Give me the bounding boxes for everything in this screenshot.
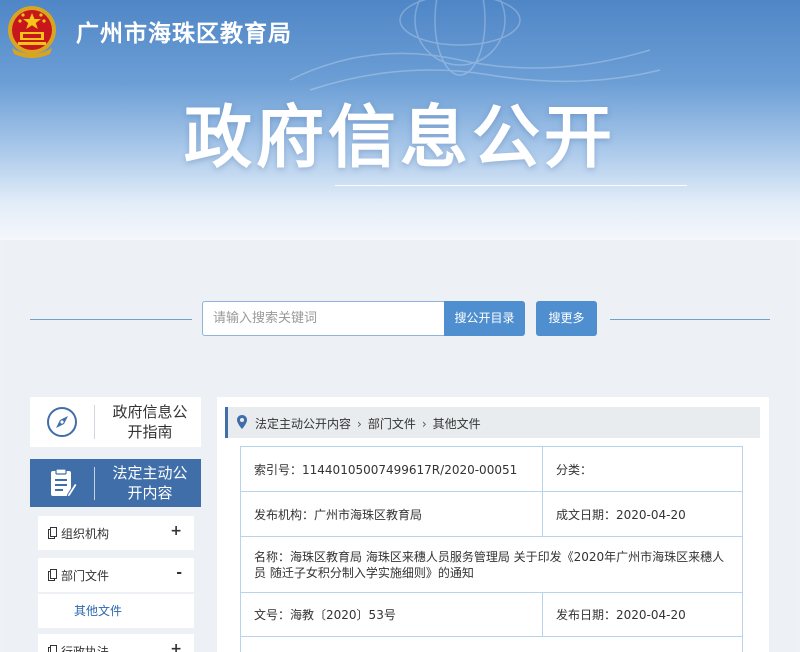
table-row: 名称：海珠区教育局 海珠区来穗人员服务管理局 关于印发《2020年广州市海珠区来… [240, 536, 743, 593]
collapse-icon[interactable]: - [176, 565, 182, 581]
index-number-cell: 索引号：11440105007499617R/2020-00051 [240, 446, 543, 492]
breadcrumb-item[interactable]: 法定主动公开内容 [255, 415, 351, 432]
search-divider-left [30, 319, 192, 320]
sidebar-item-administrative-law[interactable]: 行政执法 + [38, 634, 194, 652]
site-title[interactable]: 广州市海珠区教育局 [76, 14, 292, 48]
page-banner-title: 政府信息公开 [184, 99, 617, 178]
sidebar-active-label: 法定主动公开内容 [112, 464, 188, 502]
document-number-value: 海教〔2020〕53号 [290, 608, 396, 622]
table-row [240, 636, 743, 652]
table-row: 文号：海教〔2020〕53号 发布日期：2020-04-20 [240, 592, 743, 637]
document-name-value: 海珠区教育局 海珠区来穗人员服务管理局 关于印发《2020年广州市海珠区来穗人员… [254, 549, 725, 580]
search-more-button[interactable]: 搜更多 [536, 301, 597, 336]
document-number-cell: 文号：海教〔2020〕53号 [240, 592, 543, 637]
banner-divider [335, 185, 687, 186]
publish-date-cell: 发布日期：2020-04-20 [542, 592, 743, 637]
expand-icon[interactable]: + [170, 523, 182, 539]
publish-date-label: 发布日期： [556, 608, 617, 622]
search-input[interactable] [202, 301, 444, 336]
issuer-cell: 发布机构：广州市海珠区教育局 [240, 491, 543, 537]
national-emblem-icon [8, 6, 56, 58]
chevron-right-icon: › [357, 416, 362, 431]
sidebar-guide-label: 政府信息公开指南 [112, 403, 188, 441]
sidebar-item-organization[interactable]: 组织机构 + [38, 516, 194, 550]
category-cell: 分类： [542, 446, 743, 492]
table-row: 发布机构：广州市海珠区教育局 成文日期：2020-04-20 [240, 491, 743, 537]
sidebar-item-department-files[interactable]: 部门文件 - [38, 558, 194, 592]
sidebar-subitem-other-files[interactable]: 其他文件 [38, 594, 194, 628]
index-number-value: 11440105007499617R/2020-00051 [302, 462, 518, 477]
document-number-label: 文号： [254, 608, 291, 622]
sidebar-item-label: 组织机构 [61, 527, 110, 541]
search-catalog-button[interactable]: 搜公开目录 [444, 301, 525, 336]
compass-icon [47, 407, 77, 437]
category-label: 分类： [556, 462, 593, 477]
breadcrumb: 法定主动公开内容 › 部门文件 › 其他文件 [225, 407, 760, 438]
sidebar-active-separator [94, 467, 95, 500]
sidebar-active-section[interactable]: 法定主动公开内容 [30, 459, 201, 507]
publish-date-value: 2020-04-20 [616, 608, 686, 622]
breadcrumb-item[interactable]: 其他文件 [433, 415, 481, 432]
clipboard-icon [51, 468, 78, 498]
table-row: 索引号：11440105007499617R/2020-00051 分类： [240, 446, 743, 492]
location-pin-icon [237, 415, 247, 429]
document-name-label: 名称： [254, 549, 291, 564]
issuer-label: 发布机构： [254, 507, 315, 522]
document-name-cell: 名称：海珠区教育局 海珠区来穗人员服务管理局 关于印发《2020年广州市海珠区来… [240, 536, 743, 593]
expand-icon[interactable]: + [170, 641, 182, 652]
sidebar-item-label: 行政执法 [61, 645, 110, 652]
chevron-right-icon: › [421, 416, 427, 431]
breadcrumb-item[interactable]: 部门文件 [368, 415, 416, 432]
sidebar-subitem-label: 其他文件 [74, 604, 123, 618]
created-date-value: 2020-04-20 [616, 507, 686, 522]
index-number-label: 索引号： [254, 462, 303, 477]
sidebar-guide-link[interactable]: 政府信息公开指南 [30, 397, 201, 447]
issuer-value: 广州市海珠区教育局 [314, 507, 423, 522]
search-divider-right [610, 319, 770, 320]
document-icon [48, 527, 57, 539]
created-date-cell: 成文日期：2020-04-20 [542, 491, 743, 537]
document-icon [48, 645, 57, 652]
document-icon [48, 569, 57, 581]
sidebar-item-label: 部门文件 [61, 569, 110, 583]
created-date-label: 成文日期： [556, 507, 617, 522]
table-cell [240, 636, 743, 652]
sidebar-guide-separator [94, 405, 95, 439]
site-header: 广州市海珠区教育局 政府信息公开 [0, 0, 800, 240]
document-info-table: 索引号：11440105007499617R/2020-00051 分类： 发布… [240, 446, 743, 652]
